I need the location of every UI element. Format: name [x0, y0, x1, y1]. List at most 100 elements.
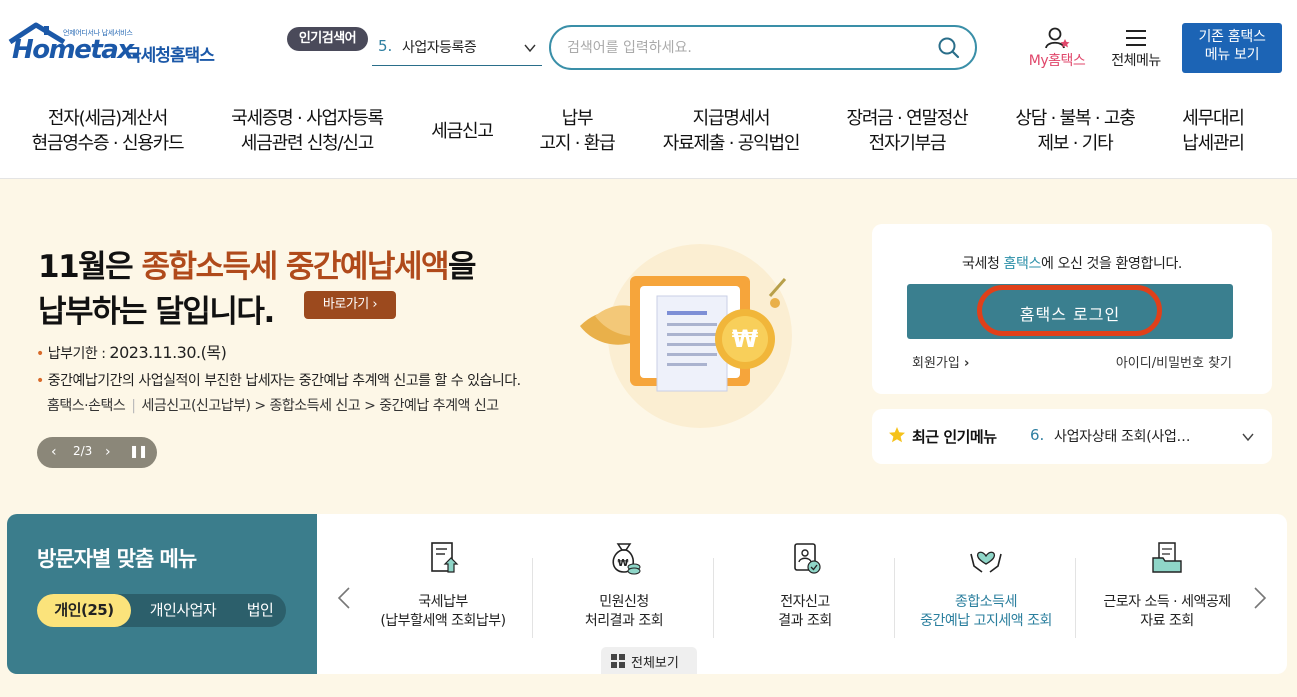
welcome-text: 국세청: [962, 256, 1004, 272]
visitor-menu-title: 방문자별 맞춤 메뉴: [37, 547, 197, 571]
chevron-right-icon: ›: [372, 297, 378, 312]
hometax-logo[interactable]: 언제어디서나 납세서비스 Hometax. 국세청홈택스: [8, 22, 228, 74]
chevron-left-icon[interactable]: ‹: [51, 444, 57, 460]
chevron-down-icon: [524, 44, 536, 53]
join-link[interactable]: 회원가입 ›: [912, 352, 969, 371]
login-box: 국세청 홈택스에 오신 것을 환영합니다. 홈택스 로그인 회원가입 › 아이디…: [872, 224, 1272, 394]
path-separator: |: [131, 398, 136, 414]
slider-controls: ‹ 2/3 › ❚❚: [37, 437, 157, 468]
hamburger-menu-icon: [1126, 30, 1146, 46]
bullet-icon: •: [36, 373, 44, 389]
gnb-item-payment-statement[interactable]: 지급명세서 자료제출 · 공익법인: [660, 106, 802, 156]
hometax-login-button[interactable]: 홈택스 로그인: [907, 284, 1233, 339]
all-menu-label: 전체메뉴: [1111, 53, 1161, 69]
find-account-link[interactable]: 아이디/비밀번호 찾기: [1116, 352, 1232, 371]
popular-term: 사업자등록증: [402, 40, 477, 56]
quick-menu-label: 근로자 소득 · 세액공제 자료 조회: [1103, 594, 1231, 629]
chevron-right-icon[interactable]: ›: [105, 444, 111, 460]
search-icon[interactable]: [937, 36, 961, 60]
gnb-label: 세금신고: [431, 121, 494, 142]
gnb-label: 상담 · 불복 · 고충: [1015, 108, 1135, 129]
view-all-label: 전체보기: [631, 656, 679, 671]
view-all-button[interactable]: 전체보기: [601, 647, 697, 674]
money-bag-icon: ₩: [612, 543, 641, 575]
deadline-value: 2023.11.30.(목): [109, 343, 227, 362]
gnb-label: 납세관리: [1182, 133, 1245, 154]
svg-text:₩: ₩: [617, 558, 628, 569]
user-star-icon: [1045, 27, 1070, 49]
gnb-label: 현금영수증 · 신용카드: [31, 133, 185, 154]
gnb-item-incentive[interactable]: 장려금 · 연말정산 전자기부금: [843, 106, 971, 156]
legacy-menu-line1: 기존 홈택스: [1198, 29, 1266, 45]
tab-corporation[interactable]: 법인: [235, 594, 285, 627]
gnb-label: 전자(세금)계산서: [47, 108, 168, 129]
chevron-left-icon[interactable]: [337, 586, 351, 610]
header: 언제어디서나 납세서비스 Hometax. 국세청홈택스 인기검색어 5. 사업…: [0, 0, 1297, 90]
gnb-item-tax-agent[interactable]: 세무대리 납세관리: [1176, 106, 1250, 156]
join-label: 회원가입: [912, 356, 960, 371]
pause-icon[interactable]: ❚❚: [129, 444, 148, 458]
divider: [1075, 558, 1076, 638]
quick-menu-label: 종합소득세 중간예납 고지세액 조회: [920, 594, 1052, 629]
gnb-label: 제보 · 기타: [1037, 133, 1113, 154]
divider: [532, 558, 533, 638]
chevron-right-icon: ›: [963, 356, 970, 371]
path-route: 세금신고(신고납부) > 종합소득세 신고 > 중간예납 추계액 신고: [141, 398, 499, 414]
gnb-item-consult[interactable]: 상담 · 불복 · 고충 제보 · 기타: [1011, 106, 1139, 156]
gnb-label: 세금관련 신청/신고: [240, 133, 374, 154]
login-button-label: 홈택스 로그인: [1019, 305, 1121, 324]
grid-icon: [611, 654, 625, 668]
quick-menu-tax-payment[interactable]: 국세납부 (납부할세액 조회납부): [353, 540, 533, 640]
gnb-label: 전자기부금: [868, 133, 947, 154]
menu-path: 홈택스·손택스 | 세금신고(신고납부) > 종합소득세 신고 > 중간예납 추계액…: [47, 395, 499, 415]
search-box: [549, 25, 977, 70]
quick-menu-civil-request[interactable]: ₩ 민원신청 처리결과 조회: [534, 540, 714, 640]
quick-menu-worker-deduction[interactable]: 근로자 소득 · 세액공제 자료 조회: [1077, 540, 1257, 640]
gnb-label: 지급명세서: [692, 108, 771, 129]
gnb-label: 국세증명 · 사업자등록: [231, 108, 384, 129]
notice-text: 중간예납기간의 사업실적이 부진한 납세자는 중간예납 추계액 신고를 할 수 …: [47, 373, 521, 389]
chevron-down-icon[interactable]: [1242, 431, 1254, 443]
popular-rank: 5.: [378, 37, 393, 55]
quick-menu-label: 전자신고 결과 조회: [778, 594, 832, 629]
recent-menu-item[interactable]: 사업자상태 조회(사업…: [1054, 426, 1224, 446]
gnb-label: 세무대리: [1182, 108, 1245, 129]
divider: [713, 558, 714, 638]
quick-menu-panel: 국세납부 (납부할세액 조회납부) ₩ 민원신청 처리결과 조회 전자신고 결과 조회: [317, 514, 1287, 674]
quick-menu-e-filing[interactable]: 전자신고 결과 조회: [715, 540, 895, 640]
chevron-right-icon[interactable]: [1253, 586, 1267, 610]
svg-text:₩: ₩: [732, 325, 759, 353]
notice-line: • 중간예납기간의 사업실적이 부진한 납세자는 중간예납 추계액 신고를 할 수…: [36, 370, 521, 390]
hero-title-line2: 납부하는 달입니다.: [38, 294, 275, 330]
go-button-label: 바로가기: [322, 297, 369, 312]
gnb-label: 고지 · 환급: [539, 133, 615, 154]
e-filing-icon: [794, 543, 821, 574]
all-menu-button[interactable]: 전체메뉴: [1104, 26, 1168, 70]
hero-title-highlight: 종합소득세 중간예납세액: [141, 249, 449, 285]
recent-rank: 6.: [1030, 426, 1045, 444]
popular-search-badge: 인기검색어: [287, 27, 368, 51]
gnb-item-payment[interactable]: 납부 고지 · 환급: [532, 106, 622, 156]
visitor-tabs: 개인(25) 개인사업자 법인: [37, 594, 286, 627]
my-hometax-button[interactable]: My홈택스: [1020, 26, 1094, 70]
tab-individual[interactable]: 개인(25): [37, 594, 131, 627]
legacy-menu-line2: 메뉴 보기: [1204, 47, 1260, 63]
tax-payment-icon: [431, 542, 459, 573]
popular-search-select[interactable]: 5. 사업자등록증: [372, 30, 542, 66]
heart-hands-icon: [970, 551, 1002, 573]
hero-title: 11월은 종합소득세 중간예납세액을: [38, 241, 477, 286]
gnb-label: 장려금 · 연말정산: [846, 108, 968, 129]
gnb-item-certificates[interactable]: 국세증명 · 사업자등록 세금관련 신청/신고: [228, 106, 386, 156]
tab-sole-proprietor[interactable]: 개인사업자: [135, 594, 231, 627]
legacy-menu-button[interactable]: 기존 홈택스 메뉴 보기: [1182, 23, 1282, 73]
go-button[interactable]: 바로가기 ›: [304, 291, 396, 319]
search-input[interactable]: [567, 37, 927, 59]
folder-icon: [1152, 542, 1182, 573]
my-hometax-label: My홈택스: [1028, 53, 1086, 69]
gnb-label: 납부: [561, 108, 594, 129]
quick-menu-income-tax[interactable]: 종합소득세 중간예납 고지세액 조회: [896, 540, 1076, 640]
gnb-item-tax-filing[interactable]: 세금신고: [425, 119, 499, 144]
divider: [894, 558, 895, 638]
welcome-highlight: 홈택스: [1003, 256, 1042, 272]
gnb-item-e-invoice[interactable]: 전자(세금)계산서 현금영수증 · 신용카드: [30, 106, 185, 156]
